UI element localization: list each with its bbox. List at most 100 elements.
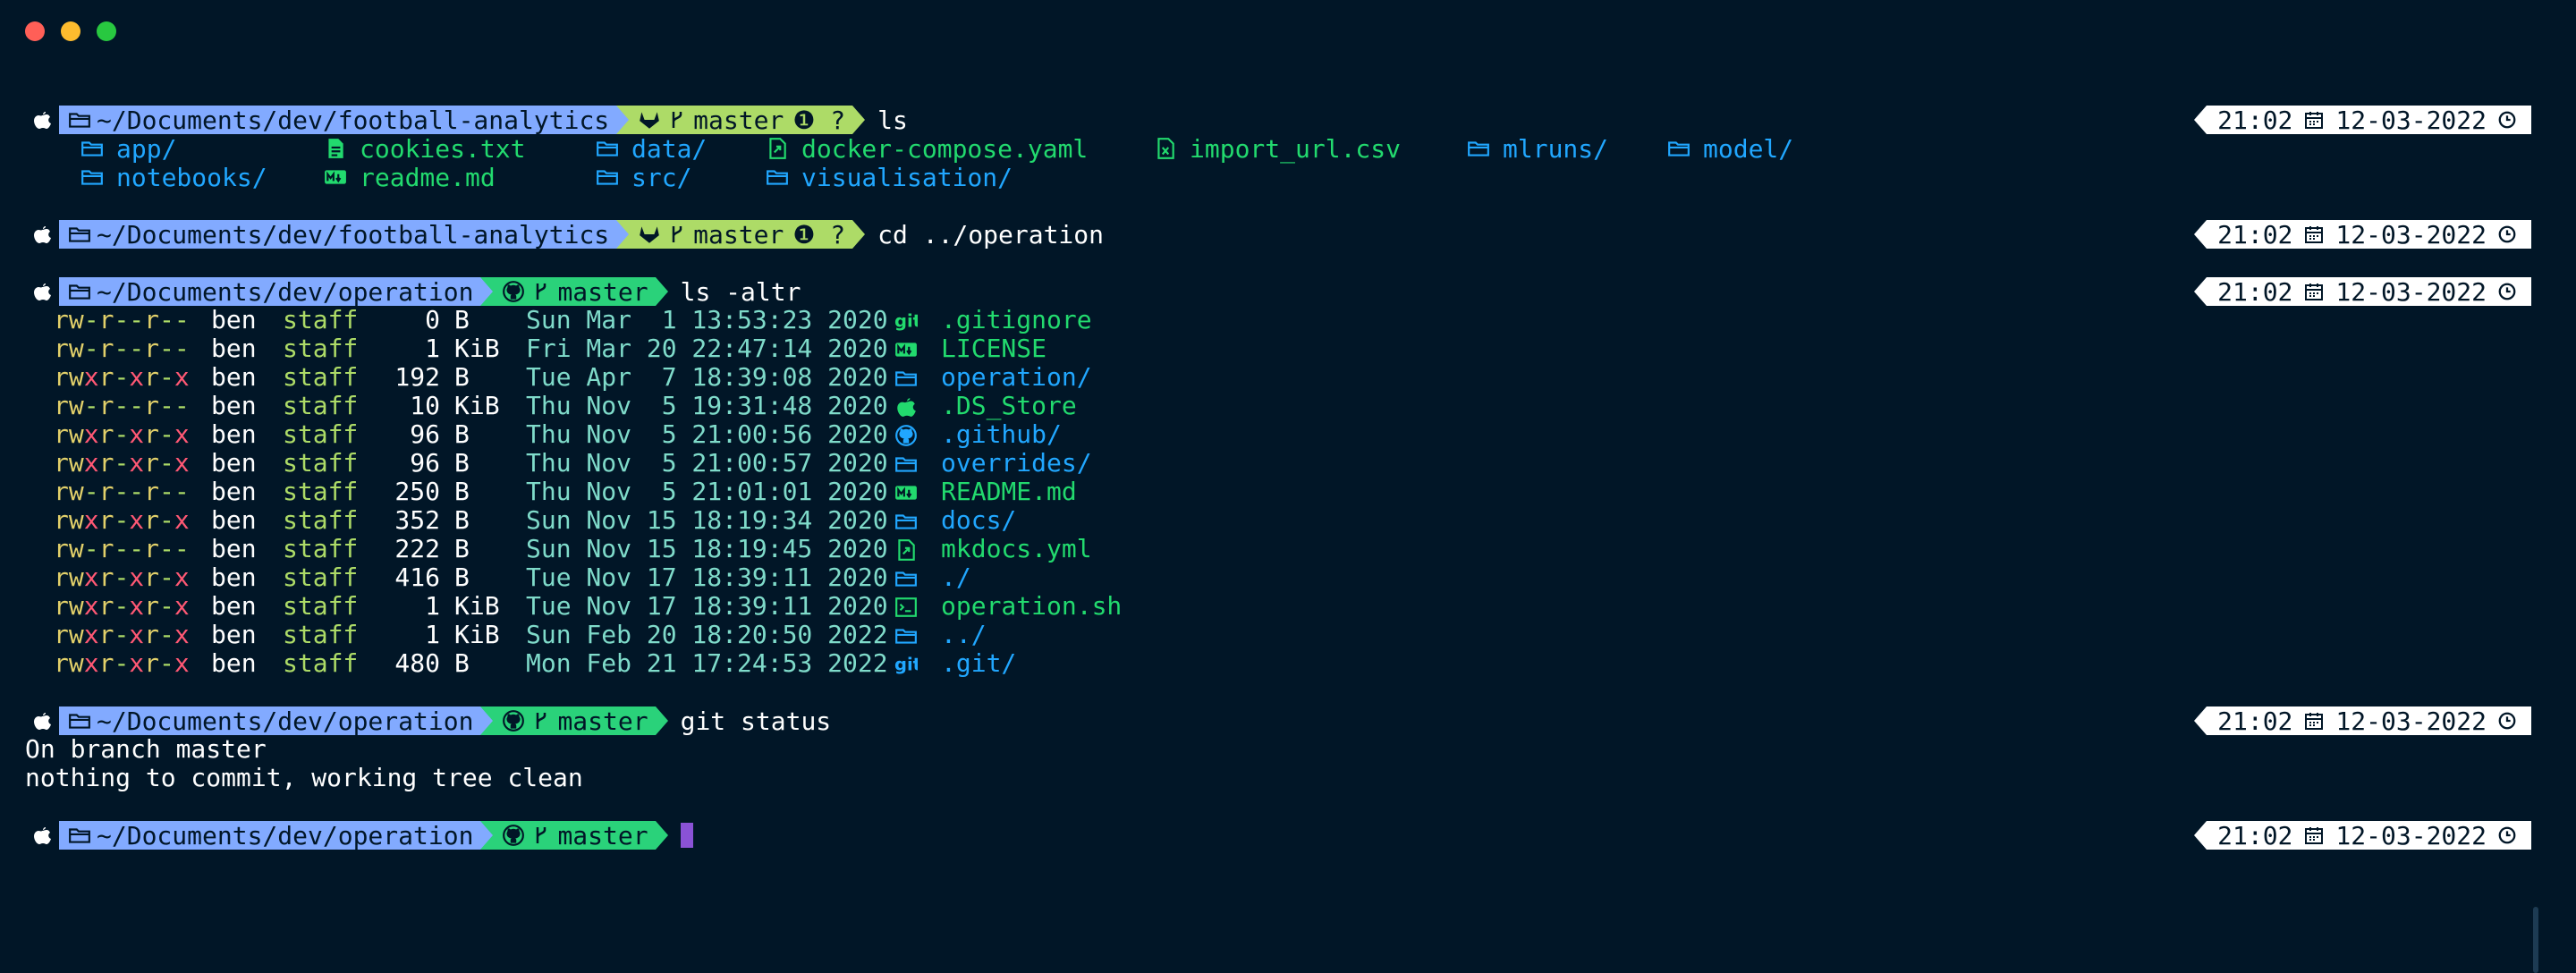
- clock-icon: [2497, 282, 2517, 301]
- text-cursor[interactable]: [680, 823, 693, 848]
- segment-separator: [2194, 220, 2207, 249]
- permissions: rw-r--r--: [54, 305, 190, 334]
- ls-entry[interactable]: docker-compose.yaml: [766, 133, 1089, 164]
- file-size: 192: [394, 362, 440, 392]
- minimize-window-button[interactable]: [61, 21, 80, 41]
- file-size: 0: [425, 305, 440, 334]
- ls-entry[interactable]: import_url.csv: [1154, 133, 1402, 164]
- owner: ben: [211, 334, 257, 363]
- scrollbar[interactable]: [2533, 907, 2538, 973]
- prompt-line: ~/Documents/dev/operation master ls -altr: [25, 276, 801, 307]
- group: staff: [283, 362, 359, 392]
- file-name: .gitignore: [941, 305, 1092, 334]
- ls-entry[interactable]: visualisation/: [766, 163, 1013, 192]
- datetime-segment: 21:02 12-03-2022: [2207, 106, 2531, 135]
- clock-icon: [2498, 283, 2516, 300]
- modified-date: Fri Mar 20 22:47:14 2020: [526, 334, 888, 363]
- right-prompt: 21:02 12-03-2022: [2194, 706, 2531, 736]
- date-text: 12-03-2022: [2335, 820, 2487, 850]
- branch-name: master: [557, 276, 648, 307]
- file-name: docker-compose.yaml: [801, 133, 1089, 164]
- clock-icon: [2498, 225, 2516, 243]
- file-name: src/: [631, 162, 692, 192]
- github-icon: [503, 710, 525, 732]
- gitlab-icon: [640, 112, 659, 129]
- clock-icon: [2497, 224, 2517, 244]
- file-size: 1: [425, 591, 440, 621]
- permissions: rw-r--r--: [54, 477, 190, 506]
- folder-open-icon: [68, 108, 91, 131]
- file-size: 10: [410, 391, 440, 420]
- apple-icon: [34, 827, 51, 844]
- file-name: docs/: [941, 505, 1017, 535]
- folder-open-icon: [68, 824, 91, 847]
- branch-icon: [530, 825, 552, 846]
- ls-entry[interactable]: src/: [596, 162, 692, 192]
- folder-icon: [894, 367, 918, 390]
- size-unit: B: [454, 419, 470, 449]
- owner: ben: [211, 448, 257, 478]
- folder-icon: [895, 629, 917, 644]
- date-text: 12-03-2022: [2335, 706, 2487, 736]
- folder-icon: [597, 141, 618, 157]
- segment-separator: [616, 220, 630, 249]
- file-link-icon: [769, 138, 786, 159]
- time-text: 21:02: [2217, 820, 2293, 850]
- group: staff: [283, 534, 359, 563]
- apple-icon: [25, 106, 59, 134]
- file-name: readme.md: [360, 162, 496, 192]
- ls-entry[interactable]: data/: [596, 134, 707, 164]
- size-unit: B: [454, 362, 470, 392]
- datetime-segment: 21:02 12-03-2022: [2207, 821, 2531, 850]
- ls-entry[interactable]: app/: [80, 133, 177, 164]
- file-link-icon: [898, 539, 915, 561]
- modified-date: Tue Nov 17 18:39:11 2020: [526, 591, 888, 621]
- file-name: import_url.csv: [1190, 133, 1402, 164]
- folder-icon: [69, 828, 90, 843]
- ls-entry[interactable]: notebooks/: [80, 163, 267, 192]
- owner: ben: [211, 620, 257, 649]
- vcs-segment: master ❶ ?: [629, 219, 853, 250]
- size-unit: B: [454, 563, 470, 592]
- gitlab-icon: [638, 223, 661, 246]
- folder-icon: [894, 510, 918, 533]
- folder-open-icon: [68, 223, 91, 246]
- permissions: rwxr-xr-x: [54, 505, 190, 535]
- git-icon: git: [894, 309, 918, 333]
- folder-icon: [767, 170, 788, 185]
- git-status-output: On branch master: [25, 734, 267, 764]
- file-name: app/: [116, 133, 177, 164]
- modified-date: Sun Feb 20 18:20:50 2022: [526, 620, 888, 649]
- modified-date: Thu Nov 5 21:01:01 2020: [526, 477, 888, 506]
- size-unit: KiB: [454, 620, 500, 649]
- branch-name: master: [693, 105, 784, 135]
- datetime-segment: 21:02 12-03-2022: [2207, 220, 2531, 250]
- modified-date: Sun Mar 1 13:53:23 2020: [526, 305, 888, 334]
- zoom-window-button[interactable]: [97, 21, 116, 41]
- ls-entry[interactable]: cookies.txt: [324, 134, 525, 164]
- file-size: 96: [410, 419, 440, 449]
- ls-entry[interactable]: readme.md: [324, 162, 496, 192]
- branch-icon: [672, 112, 682, 128]
- folder-icon: [597, 170, 618, 185]
- svg-text:git: git: [894, 311, 918, 332]
- permissions: rwxr-xr-x: [54, 620, 190, 649]
- ls-entry[interactable]: mlruns/: [1467, 134, 1608, 164]
- segment-separator: [480, 277, 494, 306]
- vcs-segment: master: [493, 276, 656, 307]
- calendar-icon: [2305, 226, 2324, 243]
- branch-name: master: [557, 706, 648, 736]
- command-text: cd ../operation: [877, 219, 1105, 250]
- file-name: overrides/: [941, 448, 1092, 478]
- github-icon: [502, 824, 525, 847]
- ls-entry[interactable]: model/: [1667, 134, 1793, 164]
- branch-name: master: [693, 219, 784, 250]
- clock-icon: [2497, 110, 2517, 130]
- file-size: 96: [410, 448, 440, 478]
- clock-icon: [2498, 826, 2516, 844]
- time-text: 21:02: [2217, 706, 2293, 736]
- time-text: 21:02: [2217, 276, 2293, 307]
- permissions: rwxr-xr-x: [54, 362, 190, 392]
- group: staff: [283, 648, 359, 678]
- close-window-button[interactable]: [25, 21, 45, 41]
